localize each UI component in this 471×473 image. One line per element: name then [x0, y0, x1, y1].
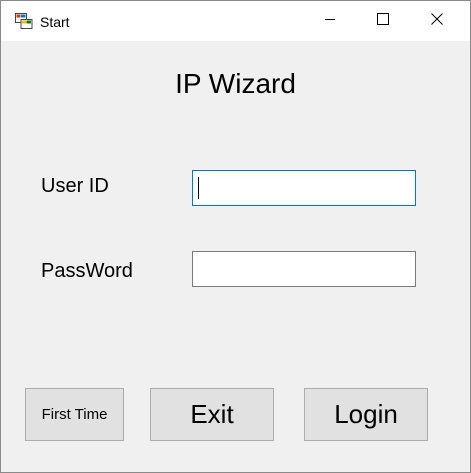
- app-icon: [15, 13, 33, 29]
- minimize-button[interactable]: [307, 1, 353, 41]
- maximize-button[interactable]: [360, 1, 406, 41]
- password-label: PassWord: [41, 260, 133, 282]
- page-title: IP Wizard: [175, 68, 296, 99]
- close-button[interactable]: [414, 1, 460, 41]
- start-window: Start IP Wizard User ID PassWord First T…: [0, 0, 471, 473]
- first-time-button[interactable]: First Time: [25, 388, 124, 441]
- login-button[interactable]: Login: [304, 388, 428, 441]
- user-id-field[interactable]: [192, 170, 416, 206]
- title-bar[interactable]: Start: [1, 1, 470, 41]
- window-title: Start: [40, 14, 70, 30]
- close-icon: [431, 12, 443, 30]
- exit-button[interactable]: Exit: [150, 388, 274, 441]
- maximize-icon: [377, 12, 389, 30]
- user-id-label: User ID: [41, 175, 109, 197]
- minimize-icon: [324, 12, 336, 30]
- text-caret: [198, 177, 199, 199]
- password-field[interactable]: [192, 251, 416, 287]
